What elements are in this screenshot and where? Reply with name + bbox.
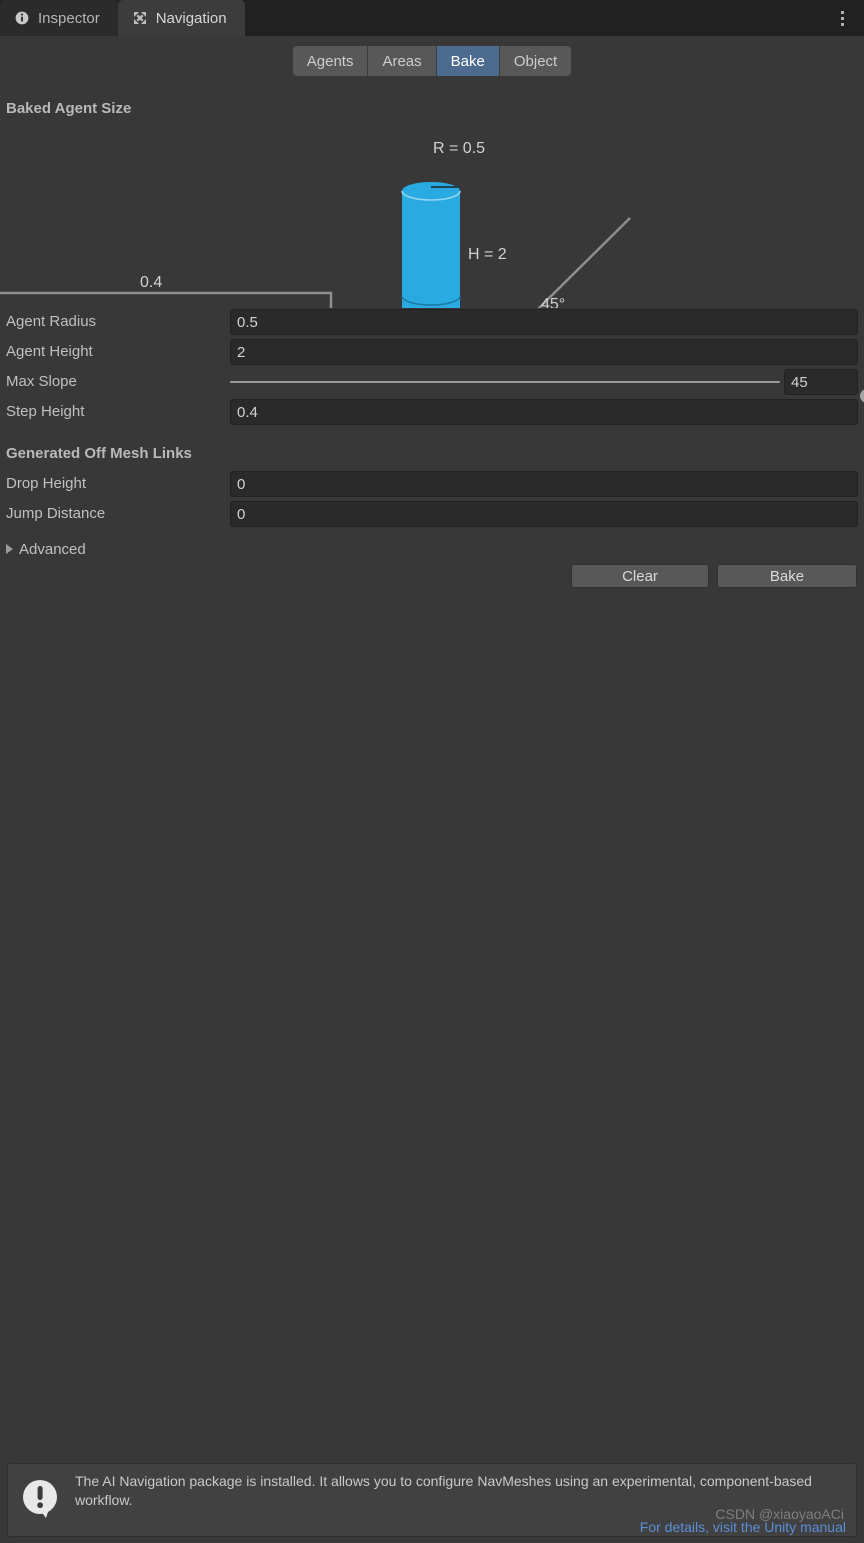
step-height-label: 0.4 — [140, 274, 162, 291]
drop-height-input[interactable] — [230, 471, 858, 497]
step-height-input[interactable] — [230, 399, 858, 425]
row-jump-distance: Jump Distance — [0, 499, 864, 529]
row-agent-radius: Agent Radius — [0, 307, 864, 337]
info-icon — [14, 10, 30, 26]
row-step-height: Step Height — [0, 397, 864, 427]
row-drop-height: Drop Height — [0, 469, 864, 499]
label-jump-distance: Jump Distance — [6, 505, 106, 522]
row-agent-height: Agent Height — [0, 337, 864, 367]
help-message: The AI Navigation package is installed. … — [75, 1473, 812, 1508]
label-agent-radius: Agent Radius — [6, 313, 97, 330]
window-tab-strip: Inspector Navigation — [0, 0, 864, 36]
label-max-slope: Max Slope — [6, 373, 77, 390]
agent-radius-input[interactable] — [230, 309, 858, 335]
section-header-baked-agent-size: Baked Agent Size — [6, 100, 132, 117]
height-label: H = 2 — [468, 246, 507, 263]
max-slope-slider[interactable] — [230, 381, 864, 403]
label-agent-height: Agent Height — [6, 343, 93, 360]
navigation-icon — [132, 10, 148, 26]
tab-agents[interactable]: Agents — [292, 46, 369, 76]
tab-bake[interactable]: Bake — [436, 46, 500, 76]
tab-object[interactable]: Object — [499, 46, 572, 76]
navigation-panel: Agents Areas Bake Object Baked Agent Siz… — [0, 36, 864, 1543]
step-shape — [0, 291, 333, 314]
tab-areas[interactable]: Areas — [368, 46, 437, 76]
clear-button[interactable]: Clear — [571, 564, 709, 588]
notice-bubble-icon — [17, 1476, 65, 1524]
slope-line — [532, 217, 631, 315]
agent-height-input[interactable] — [230, 339, 858, 365]
section-header-off-mesh-links: Generated Off Mesh Links — [6, 445, 192, 462]
advanced-foldout-label: Advanced — [19, 540, 86, 558]
advanced-foldout[interactable]: Advanced — [4, 536, 86, 562]
tab-inspector-label: Inspector — [38, 9, 100, 27]
radius-label: R = 0.5 — [433, 140, 485, 157]
bake-button[interactable]: Bake — [717, 564, 857, 588]
label-drop-height: Drop Height — [6, 475, 87, 492]
row-max-slope: Max Slope — [0, 367, 864, 403]
max-slope-input[interactable] — [784, 369, 858, 395]
tab-navigation[interactable]: Navigation — [117, 0, 245, 36]
jump-distance-input[interactable] — [230, 501, 858, 527]
tab-navigation-label: Navigation — [155, 9, 227, 27]
kebab-menu-icon[interactable] — [832, 6, 852, 30]
cylinder-body — [402, 191, 460, 326]
agent-size-diagram: R = 0.5 H = 2 0.4 45° — [0, 128, 864, 335]
label-step-height: Step Height — [6, 403, 85, 420]
watermark-text: CSDN @xiaoyaoACi — [715, 1506, 844, 1522]
chevron-right-icon — [6, 544, 13, 554]
tab-inspector[interactable]: Inspector — [0, 0, 118, 36]
help-box: The AI Navigation package is installed. … — [7, 1463, 857, 1537]
mode-tab-bar: Agents Areas Bake Object — [0, 46, 864, 76]
